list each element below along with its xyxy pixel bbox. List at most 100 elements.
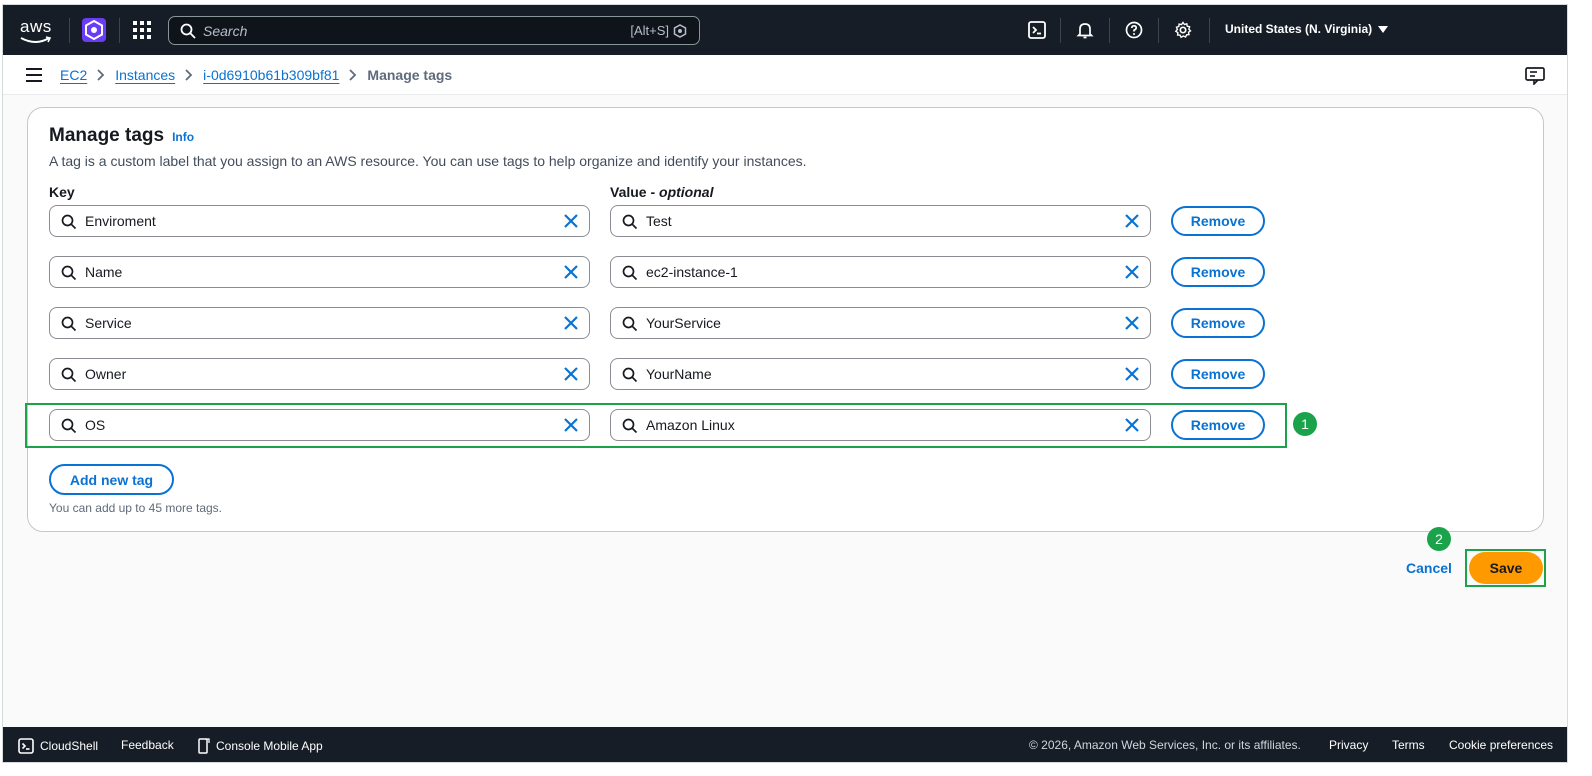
aws-logo-text: aws: [20, 17, 52, 36]
value-column-label: Value - optional: [610, 184, 713, 200]
clear-x-icon[interactable]: [563, 264, 579, 285]
tag-key-input[interactable]: Enviroment: [49, 205, 590, 237]
tag-value-value: YourService: [646, 315, 721, 331]
nav-divider: [1060, 18, 1061, 43]
tag-key-input[interactable]: Service: [49, 307, 590, 339]
tag-value-input[interactable]: Test: [610, 205, 1151, 237]
remove-tag-button[interactable]: Remove: [1171, 257, 1265, 287]
clear-x-icon[interactable]: [1124, 315, 1140, 336]
breadcrumb-instance-id[interactable]: i-0d6910b61b309bf81: [203, 67, 339, 83]
footer-copyright: © 2026, Amazon Web Services, Inc. or its…: [1029, 738, 1301, 752]
region-label: United States (N. Virginia): [1225, 22, 1373, 36]
search-icon: [622, 367, 638, 388]
caret-down-icon: [1378, 25, 1389, 33]
search-shortcut-text: [Alt+S]: [630, 23, 669, 38]
tag-key-input[interactable]: Owner: [49, 358, 590, 390]
tag-value-input[interactable]: YourService: [610, 307, 1151, 339]
clear-x-icon[interactable]: [563, 213, 579, 234]
tag-value-input[interactable]: YourName: [610, 358, 1151, 390]
remove-tag-button[interactable]: Remove: [1171, 308, 1265, 338]
breadcrumb-bar: EC2 Instances i-0d6910b61b309bf81 Manage…: [3, 55, 1567, 95]
footer-cloudshell[interactable]: CloudShell: [18, 738, 98, 754]
clear-x-icon[interactable]: [563, 315, 579, 336]
global-search[interactable]: [Alt+S]: [168, 16, 700, 45]
page-title-text: Manage tags: [49, 125, 165, 146]
menu-hamburger-icon[interactable]: [26, 68, 42, 82]
tag-value-value: ec2-instance-1: [646, 264, 738, 280]
tag-value-value: YourName: [646, 366, 712, 382]
value-label-text: Value -: [610, 184, 660, 200]
hex-shortcut-icon: [673, 23, 687, 38]
nav-divider: [1209, 18, 1210, 43]
tag-key-input[interactable]: Name: [49, 256, 590, 288]
help-icon[interactable]: [1125, 21, 1143, 39]
search-icon: [61, 265, 77, 286]
clear-x-icon[interactable]: [563, 366, 579, 387]
add-new-tag-button[interactable]: Add new tag: [49, 464, 174, 495]
aws-logo[interactable]: aws: [18, 17, 54, 43]
page-title: Manage tags Info: [49, 125, 194, 147]
footer-terms[interactable]: Terms: [1392, 738, 1425, 752]
services-grid-icon[interactable]: [133, 21, 151, 39]
search-icon: [622, 214, 638, 235]
chevron-right-icon: [185, 69, 193, 81]
service-hex-icon[interactable]: [81, 17, 107, 43]
step-badge-1: 1: [1293, 412, 1317, 436]
cloudshell-icon[interactable]: [1028, 21, 1046, 39]
manage-tags-container: Manage tags Info A tag is a custom label…: [27, 107, 1544, 532]
notifications-bell-icon[interactable]: [1076, 21, 1094, 39]
footer-cloudshell-label: CloudShell: [40, 739, 99, 753]
breadcrumb-current: Manage tags: [367, 67, 453, 83]
nav-divider: [1158, 18, 1159, 43]
chevron-right-icon: [349, 69, 357, 81]
step-badge-2: 2: [1427, 527, 1451, 551]
tag-value-value: Test: [646, 213, 672, 229]
console-frame: aws Search [Alt+S] United States (N. Vir…: [2, 4, 1568, 763]
footer-cookie-preferences[interactable]: Cookie preferences: [1449, 738, 1553, 752]
cancel-button[interactable]: Cancel: [1406, 560, 1452, 576]
footer: CloudShell Feedback Console Mobile App ©…: [3, 727, 1567, 762]
footer-feedback[interactable]: Feedback: [121, 738, 174, 752]
search-icon: [180, 23, 196, 39]
tag-value-input[interactable]: ec2-instance-1: [610, 256, 1151, 288]
cloudshell-icon: [18, 738, 34, 754]
top-navigation: aws Search [Alt+S] United States (N. Vir…: [3, 5, 1567, 55]
nav-divider: [1109, 18, 1110, 43]
clear-x-icon[interactable]: [1124, 366, 1140, 387]
tag-limit-hint: You can add up to 45 more tags.: [49, 501, 223, 515]
remove-tag-button[interactable]: Remove: [1171, 359, 1265, 389]
page-description: A tag is a custom label that you assign …: [49, 153, 807, 169]
save-button[interactable]: Save: [1469, 552, 1543, 584]
region-selector[interactable]: United States (N. Virginia): [1225, 22, 1389, 36]
breadcrumb-instances[interactable]: Instances: [115, 67, 175, 83]
info-link[interactable]: Info: [172, 130, 194, 144]
highlight-box-os-row: [25, 403, 1287, 448]
key-column-label: Key: [49, 184, 75, 200]
nav-divider: [69, 18, 70, 43]
mobile-device-icon: [198, 738, 210, 754]
clear-x-icon[interactable]: [1124, 264, 1140, 285]
search-icon: [61, 316, 77, 337]
clear-x-icon[interactable]: [1124, 213, 1140, 234]
search-icon: [61, 214, 77, 235]
chevron-right-icon: [97, 69, 105, 81]
settings-gear-icon[interactable]: [1174, 21, 1192, 39]
footer-mobile-app[interactable]: Console Mobile App: [198, 738, 323, 754]
tag-key-value: Service: [85, 315, 132, 331]
breadcrumb: EC2 Instances i-0d6910b61b309bf81 Manage…: [60, 67, 452, 83]
search-icon: [622, 265, 638, 286]
feedback-screen-icon[interactable]: [1525, 67, 1545, 85]
aws-smile-icon: [20, 36, 52, 43]
search-icon: [61, 367, 77, 388]
footer-privacy[interactable]: Privacy: [1329, 738, 1368, 752]
tag-key-value: Name: [85, 264, 123, 280]
search-icon: [622, 316, 638, 337]
breadcrumb-ec2[interactable]: EC2: [60, 67, 87, 83]
nav-divider: [119, 18, 120, 43]
tag-key-value: Owner: [85, 366, 127, 382]
footer-mobile-app-label: Console Mobile App: [216, 739, 323, 753]
optional-text: optional: [659, 184, 714, 200]
remove-tag-button[interactable]: Remove: [1171, 206, 1265, 236]
search-shortcut: [Alt+S]: [630, 23, 687, 38]
search-input[interactable]: [203, 21, 603, 41]
